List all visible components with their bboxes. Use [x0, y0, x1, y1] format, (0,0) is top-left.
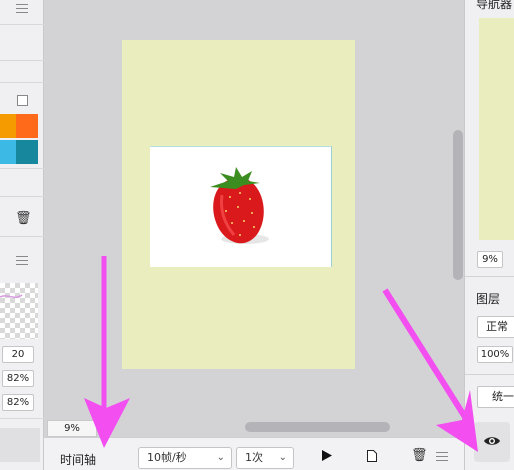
divider [465, 374, 514, 375]
timeline-bar: 时间轴 10帧/秒 ⌄ 1次 ⌄ 🗑 [44, 437, 464, 470]
color-checkbox[interactable] [17, 95, 28, 106]
opacity-field[interactable]: 100% [477, 346, 513, 363]
zoom-level[interactable]: 9% [47, 420, 97, 437]
image-frame[interactable] [150, 146, 332, 267]
swatch-teal[interactable] [16, 140, 38, 164]
layers-title: 图层 [476, 292, 501, 306]
navigator-title: 导航器 [476, 0, 513, 11]
value-field[interactable]: 82% [2, 394, 34, 411]
chevron-down-icon: ⌄ [216, 452, 225, 463]
eye-icon [484, 437, 500, 445]
trash-icon[interactable]: 🗑 [411, 448, 428, 463]
divider [0, 60, 44, 61]
document-icon[interactable] [367, 450, 377, 465]
fps-value: 10帧/秒 [147, 451, 187, 464]
navigator-zoom[interactable]: 9% [477, 251, 503, 268]
divider [465, 276, 514, 277]
hamburger-icon[interactable] [16, 256, 28, 265]
value-field[interactable]: 20 [2, 346, 34, 363]
divider [0, 82, 44, 83]
divider [0, 236, 44, 237]
divider [0, 24, 44, 25]
repeat-value: 1次 [245, 451, 263, 464]
divider [0, 418, 44, 419]
timeline-label: 时间轴 [60, 453, 97, 467]
play-icon[interactable] [322, 450, 332, 464]
blend-mode-select[interactable]: 正常 [477, 316, 514, 338]
repeat-select[interactable]: 1次 ⌄ [236, 447, 294, 469]
brush-preview [0, 283, 38, 339]
swatch-dark-orange[interactable] [16, 114, 38, 138]
hamburger-icon[interactable] [16, 4, 28, 13]
divider [0, 196, 44, 197]
chevron-down-icon: ⌄ [278, 452, 287, 463]
eye-toggle-button[interactable] [474, 422, 510, 462]
value-field[interactable]: 82% [2, 370, 34, 387]
vertical-scrollbar[interactable] [453, 130, 463, 280]
right-panel: 导航器 9% 图层 正常 100% 统一 [464, 0, 514, 470]
strawberry-image [210, 167, 269, 244]
left-panel: 🗑 20 82% 82% [0, 0, 44, 470]
fps-select[interactable]: 10帧/秒 ⌄ [138, 447, 232, 469]
horizontal-scrollbar[interactable] [245, 422, 390, 432]
trash-icon[interactable]: 🗑 [15, 211, 32, 226]
unify-button[interactable]: 统一 [477, 386, 514, 408]
navigator-preview[interactable] [479, 18, 514, 240]
hamburger-icon[interactable] [436, 452, 448, 461]
panel-button[interactable] [0, 428, 40, 462]
divider [0, 168, 44, 169]
